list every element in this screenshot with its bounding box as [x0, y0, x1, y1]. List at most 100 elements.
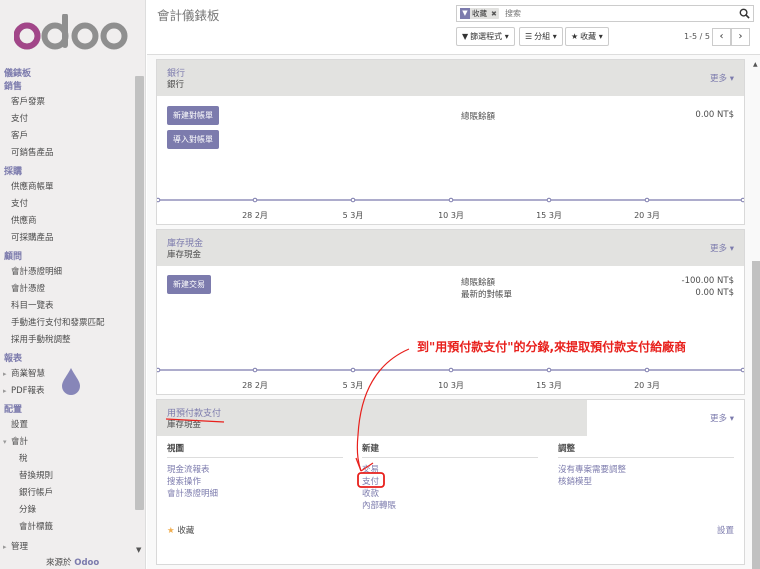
pager-value[interactable]: 1-5 / 5	[684, 32, 710, 41]
graph-point	[157, 197, 161, 203]
link-journal-items[interactable]: 會計憑證明細	[167, 488, 218, 500]
pager-next-button[interactable]: ›	[731, 28, 750, 46]
sidebar-item-purchase-payments[interactable]: 支付	[0, 196, 134, 213]
sidebar-item-journal-entries[interactable]: 會計憑證	[0, 281, 134, 298]
water-drop-icon	[62, 368, 80, 395]
sidebar-item-management[interactable]: ▸ 管理	[0, 539, 134, 556]
sidebar-item-vendors[interactable]: 供應商	[0, 213, 134, 230]
card-header: 庫存現金 庫存現金 更多 ▾	[157, 230, 744, 266]
more-label: 更多	[710, 414, 728, 424]
powered-by-prefix: 來源於	[46, 558, 72, 568]
link-nothing-to-reconcile[interactable]: 沒有專案需要調整	[558, 464, 626, 476]
graph-point	[350, 197, 356, 203]
balance-value: -100.00 NT$	[681, 276, 734, 286]
balance-value: 0.00 NT$	[695, 110, 734, 120]
link-search-operations[interactable]: 搜索操作	[167, 476, 201, 488]
sidebar-item-bank-accounts[interactable]: 銀行帳戶	[0, 485, 134, 502]
card-settings-link[interactable]: 設置	[717, 524, 734, 536]
scrollbar-thumb[interactable]	[752, 261, 760, 569]
more-dropdown[interactable]: 更多 ▾	[710, 242, 734, 254]
scroll-down-arrow-icon[interactable]: ▼	[136, 546, 141, 554]
star-icon: ★	[571, 32, 579, 41]
import-statement-button[interactable]: 導入對帳單	[167, 130, 219, 149]
new-statement-button[interactable]: 新建對帳單	[167, 106, 219, 125]
graph-point	[350, 367, 356, 373]
journal-type: 庫存現金	[167, 420, 202, 430]
sidebar-item-customer-invoices[interactable]: 客戶發票	[0, 94, 134, 111]
graph-point	[740, 197, 744, 203]
card-header: 銀行 銀行 更多 ▾	[157, 60, 744, 96]
sidebar-item-label: 會計	[11, 437, 29, 447]
sidebar-item-vendor-bills[interactable]: 供應商帳單	[0, 179, 134, 196]
favorite-label: 收藏	[177, 526, 195, 536]
sidebar-item-purchasable-products[interactable]: 可採購產品	[0, 230, 134, 247]
link-internal-transfer[interactable]: 內部轉賬	[362, 500, 396, 512]
sidebar-section-sales: 銷售	[4, 82, 23, 92]
balance-label: 總賬餘額	[461, 112, 496, 122]
journal-type: 銀行	[167, 80, 185, 90]
divider	[362, 457, 538, 458]
sidebar-item-sales-payments[interactable]: 支付	[0, 111, 134, 128]
content-scrollbar[interactable]: ▲	[752, 61, 760, 569]
pager-previous-button[interactable]: ‹	[712, 28, 731, 46]
sidebar-section-dashboard[interactable]: 儀錶板	[0, 68, 134, 81]
balance-label: 總賬餘額	[461, 278, 496, 288]
chevron-left-icon: ‹	[719, 31, 724, 42]
link-reconciliation-models[interactable]: 核銷模型	[558, 476, 592, 488]
column-title-view: 視圖	[167, 444, 185, 454]
graph-point	[740, 367, 744, 373]
sidebar-section-adviser: 顧問	[4, 252, 23, 262]
more-dropdown[interactable]: 更多 ▾	[710, 72, 734, 84]
scroll-up-arrow-icon[interactable]: ▲	[753, 61, 758, 68]
sidebar-item-sellable-products[interactable]: 可銷售產品	[0, 145, 134, 162]
sidebar-item-manual-tax-adjust[interactable]: 採用手動稅調整	[0, 332, 134, 349]
new-transaction-button[interactable]: 新建交易	[167, 275, 211, 294]
sidebar-item-analytic-tags[interactable]: 會計標籤	[0, 519, 134, 536]
sidebar-item-fiscal-positions[interactable]: 替換規則	[0, 468, 134, 485]
powered-by-link[interactable]: Odoo	[74, 558, 99, 568]
link-cash-flow-report[interactable]: 現金流報表	[167, 464, 210, 476]
sidebar-item-settings[interactable]: 設置	[0, 417, 134, 434]
link-new-payment[interactable]: 支付	[362, 476, 379, 488]
sidebar-scrollbar[interactable]	[135, 76, 144, 510]
favorites-dropdown[interactable]: ★ 收藏 ▾	[565, 27, 609, 46]
filters-dropdown[interactable]: ▼ 篩選程式 ▾	[456, 27, 515, 46]
sidebar-item-accounting[interactable]: ▾ 會計	[0, 434, 134, 451]
sidebar-item-manual-reconcile[interactable]: 手動進行支付和發票匹配	[0, 315, 134, 332]
graph-point	[448, 197, 454, 203]
bank-balance-graph[interactable]: 28 2月 5 3月 10 3月 15 3月 20 3月	[157, 190, 744, 220]
more-dropdown[interactable]: 更多 ▾	[710, 412, 734, 424]
star-icon: ★	[167, 526, 175, 536]
sidebar-item-taxes[interactable]: 稅	[0, 451, 134, 468]
link-new-receipt[interactable]: 收款	[362, 488, 379, 500]
groupby-dropdown[interactable]: ☰ 分組 ▾	[519, 27, 563, 46]
sidebar-item-customers[interactable]: 客戶	[0, 128, 134, 145]
chevron-right-icon: ›	[738, 31, 743, 42]
favorites-label: 收藏	[580, 32, 597, 41]
graph-x-label: 20 3月	[634, 381, 660, 390]
sidebar-section-configuration: 配置	[4, 405, 23, 415]
search-bar[interactable]: ▼ 收藏 ✖	[456, 5, 754, 22]
graph-point	[546, 197, 552, 203]
caret-down-icon: ▾	[3, 438, 7, 446]
sidebar-item-journal-items[interactable]: 會計憑證明細	[0, 264, 134, 281]
facet-label: 收藏	[472, 9, 487, 18]
link-new-transaction[interactable]: 交易	[362, 464, 379, 476]
filter-icon: ▼	[462, 32, 469, 41]
card-header	[157, 400, 587, 436]
last-statement-label: 最新的對帳單	[461, 290, 513, 300]
search-facet[interactable]: ▼ 收藏 ✖	[460, 8, 499, 19]
cash-balance-graph[interactable]: 28 2月 5 3月 10 3月 15 3月 20 3月	[157, 360, 744, 390]
sidebar-item-journals[interactable]: 分錄	[0, 502, 134, 519]
close-icon[interactable]: ✖	[491, 10, 497, 18]
sidebar-menu: 儀錶板 銷售 客戶發票 支付 客戶 可銷售產品 採購 供應商帳單 支付 供應商 …	[0, 68, 134, 556]
favorite-toggle[interactable]: ★ 收藏	[167, 524, 194, 536]
sidebar-item-chart-of-accounts[interactable]: 科目一覽表	[0, 298, 134, 315]
filters-label: 篩選程式	[470, 32, 503, 41]
search-icon[interactable]	[739, 8, 750, 19]
journal-card-prepayment: 用預付款支付 庫存現金 更多 ▾ 視圖 現金流報表 搜索操作 會計憑證明細 新建…	[156, 399, 745, 565]
search-input[interactable]	[505, 7, 725, 20]
journal-card-bank: 銀行 銀行 更多 ▾ 新建對帳單 導入對帳單 總賬餘額 0.00 NT$ 28 …	[156, 59, 745, 225]
sidebar-section-purchases: 採購	[4, 167, 23, 177]
odoo-logo[interactable]	[14, 14, 130, 54]
